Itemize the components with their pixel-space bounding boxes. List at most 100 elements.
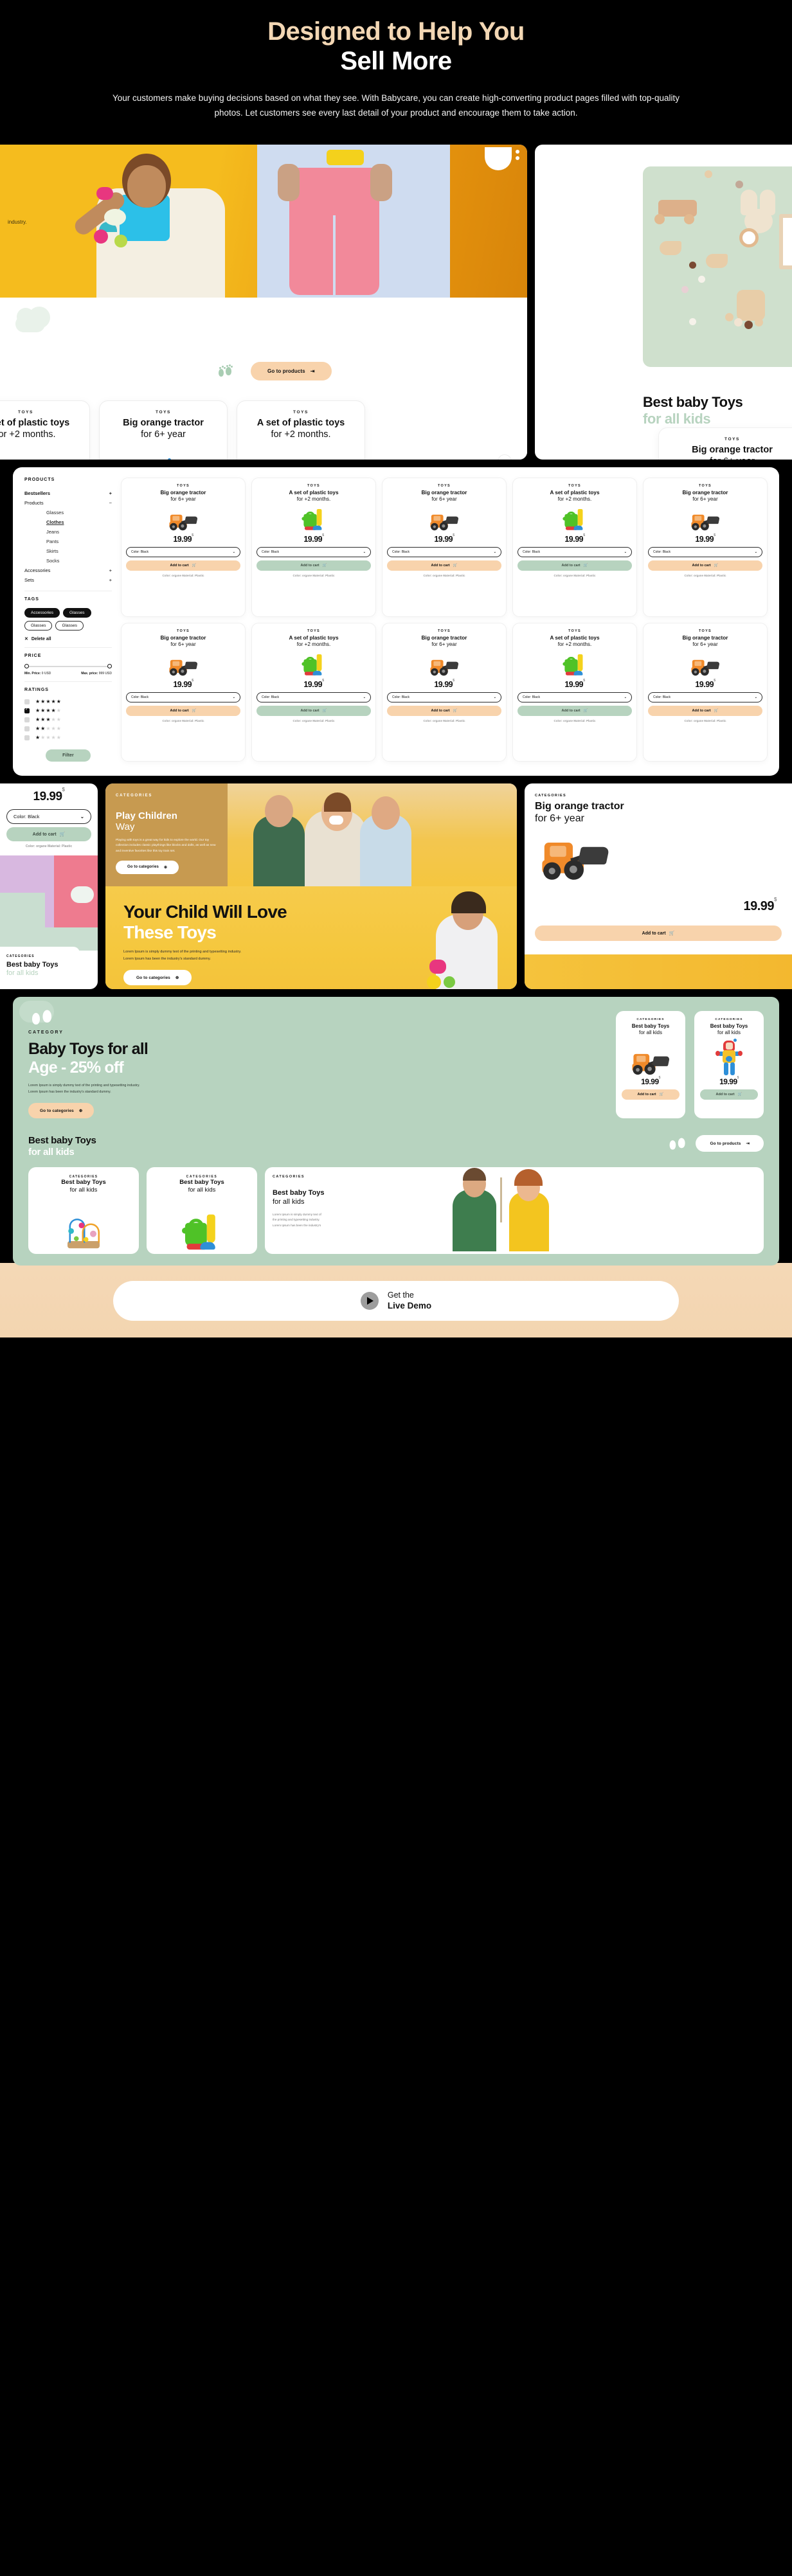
product-card[interactable]: TOYS Big orange tractor for 6+ year 19.99… [382, 622, 507, 762]
checkbox[interactable] [24, 699, 30, 704]
product-card[interactable]: TOYS A set of plastic toys for +2 months.… [251, 622, 376, 762]
category-card-text: CATEGORIES Best baby Toys for all kids L… [273, 1175, 433, 1245]
add-to-cart-button[interactable]: Add to cart 🛒 [256, 705, 371, 716]
product-kicker: TOYS [156, 410, 171, 415]
sidebar-group-bestsellers[interactable]: Bestsellers + [24, 488, 112, 498]
add-to-cart-label: Add to cart [300, 564, 320, 568]
add-to-cart-button[interactable]: Add to cart 🛒 [535, 926, 782, 942]
rating-filter-4[interactable]: ★★★★★ [24, 707, 112, 714]
product-card[interactable]: TOYS A set of plastic toys for +2 months… [237, 400, 365, 460]
sidebar-group-products[interactable]: Products − [24, 498, 112, 508]
product-card[interactable]: CATEGORIES Best baby Toys for all kids 19… [616, 1011, 685, 1119]
checkbox[interactable] [24, 735, 30, 740]
category-hero-photo [228, 783, 517, 887]
rating-filter-3[interactable]: ★★★★★ [24, 717, 112, 722]
sidebar-item-pants[interactable]: Pants [24, 537, 112, 546]
checkbox-checked[interactable] [24, 707, 30, 713]
color-select[interactable]: Color: Black ⌄ [256, 692, 371, 702]
product-kicker: TOYS [176, 629, 190, 633]
color-select[interactable]: Color: Black ⌄ [518, 692, 632, 702]
product-card[interactable]: TOYS A set of plastic toys for +2 months.… [251, 478, 376, 617]
product-kicker: TOYS [293, 410, 309, 415]
tag-chip[interactable]: Glasses [24, 621, 53, 631]
sidebar-products-heading: PRODUCTS [24, 478, 55, 483]
sidebar-item-glasses[interactable]: Glasses [24, 508, 112, 517]
tag-chip[interactable]: Accessories [24, 608, 60, 618]
sidebar-item-skirts[interactable]: Skirts [24, 546, 112, 556]
color-select[interactable]: Color: Black ⌄ [387, 547, 501, 558]
sidebar-item-clothes[interactable]: Clothes [24, 517, 112, 527]
product-card[interactable]: TOYS Big orange tractor for 6+ year 19.99… [382, 478, 507, 617]
add-to-cart-button[interactable]: Add to cart 🛒 [256, 560, 371, 571]
shot-product-detail-right: CATEGORIES Big orange tractor for 6+ yea… [525, 783, 792, 990]
add-to-cart-button[interactable]: Add to cart 🛒 [648, 560, 762, 571]
sidebar-group-accessories[interactable]: Accessories + [24, 566, 112, 575]
product-subtitle: for +2 months. [296, 641, 331, 647]
category-card[interactable]: CATEGORIES Best baby Toys for all kids [147, 1167, 257, 1255]
checkbox[interactable] [24, 726, 30, 731]
go-to-products-button[interactable]: Go to products ⇥ [696, 1135, 764, 1152]
color-select[interactable]: Color: Black ⌄ [387, 692, 501, 702]
color-select[interactable]: Color: Black ⌄ [126, 547, 240, 558]
product-price: 19.99$ [518, 679, 632, 689]
add-to-cart-button[interactable]: Add to cart 🛒 [126, 705, 240, 716]
product-kicker: TOYS [568, 484, 582, 488]
add-to-cart-button[interactable]: Add to cart 🛒 [518, 705, 632, 716]
product-card[interactable]: TOYS Big orange tractor for 6+ year 19.99… [121, 622, 246, 762]
rating-filter-5[interactable]: ★★★★★ [24, 699, 112, 704]
add-to-cart-button[interactable]: Add to cart 🛒 [518, 560, 632, 571]
color-select[interactable]: Color: Black ⌄ [256, 547, 371, 558]
color-select[interactable]: Color: Black ⌄ [648, 547, 762, 558]
carousel-next-button[interactable]: → [498, 454, 512, 460]
rating-filter-2[interactable]: ★★★★★ [24, 726, 112, 731]
tag-chip[interactable]: Glasses [55, 621, 84, 631]
add-to-cart-button[interactable]: Add to cart 🛒 [126, 560, 240, 571]
add-to-cart-button[interactable]: Add to cart 🛒 [387, 705, 501, 716]
product-card[interactable]: TOYS A set of plastic toys for +2 months.… [512, 622, 637, 762]
add-to-cart-label: Add to cart [32, 832, 57, 837]
add-to-cart-button[interactable]: Add to cart 🛒 [700, 1089, 758, 1100]
add-to-cart-button[interactable]: Add to cart 🛒 [622, 1089, 680, 1100]
product-card[interactable]: TOYS Big orange tractor for 6+ year 19.9… [658, 427, 792, 460]
product-card[interactable]: CATEGORIES Best baby Toys for all kids 19… [694, 1011, 764, 1119]
filter-button[interactable]: Filter [46, 749, 91, 762]
color-select[interactable]: Color: Black ⌄ [518, 547, 632, 558]
price-value: 19.99 [564, 535, 584, 544]
live-demo-bar[interactable]: Get the Live Demo [113, 1281, 679, 1321]
price-range-slider[interactable] [24, 664, 112, 669]
add-to-cart-button[interactable]: Add to cart 🛒 [6, 827, 91, 842]
play-icon[interactable] [360, 1292, 379, 1310]
promo-sub-header: Best baby Toys for all kids Go to produc… [28, 1135, 764, 1158]
go-to-categories-button[interactable]: Go to categories ⊕ [116, 860, 179, 874]
product-card[interactable]: TOYS A set of plastic toys for +2 months.… [512, 478, 637, 617]
sidebar-group-sets[interactable]: Sets + [24, 575, 112, 585]
go-to-products-button[interactable]: Go to products ⇥ [251, 362, 332, 381]
delete-all-tags-button[interactable]: ✕ Delete all [24, 636, 112, 642]
checkbox[interactable] [24, 717, 30, 722]
product-kicker: CATEGORIES [715, 1018, 743, 1022]
product-card[interactable]: TOYS A set of plastic toys for +2 months… [0, 400, 90, 460]
go-to-categories-button[interactable]: Go to categories ⊕ [28, 1103, 94, 1119]
sidebar-item-jeans[interactable]: Jeans [24, 527, 112, 537]
rating-filter-1[interactable]: ★★★★★ [24, 735, 112, 740]
chevron-down-icon: ⌄ [363, 695, 366, 699]
add-to-cart-button[interactable]: Add to cart 🛒 [648, 705, 762, 716]
promo-text-block: CATEGORY Baby Toys for all Age - 25% off… [28, 1010, 247, 1119]
color-select[interactable]: Color: Black ⌄ [648, 692, 762, 702]
sidebar-item-socks[interactable]: Socks [24, 556, 112, 566]
color-select[interactable]: Color: Black ⌄ [126, 692, 240, 702]
product-card[interactable]: TOYS Big orange tractor for 6+ year 19.9… [99, 400, 228, 460]
category-card[interactable]: CATEGORIES Best baby Toys for all kids [28, 1167, 139, 1255]
color-select[interactable]: Color: Black ⌄ [6, 809, 91, 825]
color-select-value: Color: Black [392, 695, 410, 699]
star-rating: ★★★★★ [35, 708, 62, 714]
product-card[interactable]: TOYS Big orange tractor for 6+ year 19.99… [643, 622, 768, 762]
product-image [387, 505, 501, 533]
chevron-down-icon: ⌄ [754, 550, 757, 555]
product-card[interactable]: TOYS Big orange tractor for 6+ year 19.99… [121, 478, 246, 617]
add-to-cart-button[interactable]: Add to cart 🛒 [387, 560, 501, 571]
tag-chip[interactable]: Glasses [63, 608, 91, 618]
go-to-categories-button[interactable]: Go to categories ⊕ [123, 970, 192, 986]
category-card-wide[interactable]: CATEGORIES Best baby Toys for all kids L… [265, 1167, 764, 1255]
product-card[interactable]: TOYS Big orange tractor for 6+ year 19.99… [643, 478, 768, 617]
